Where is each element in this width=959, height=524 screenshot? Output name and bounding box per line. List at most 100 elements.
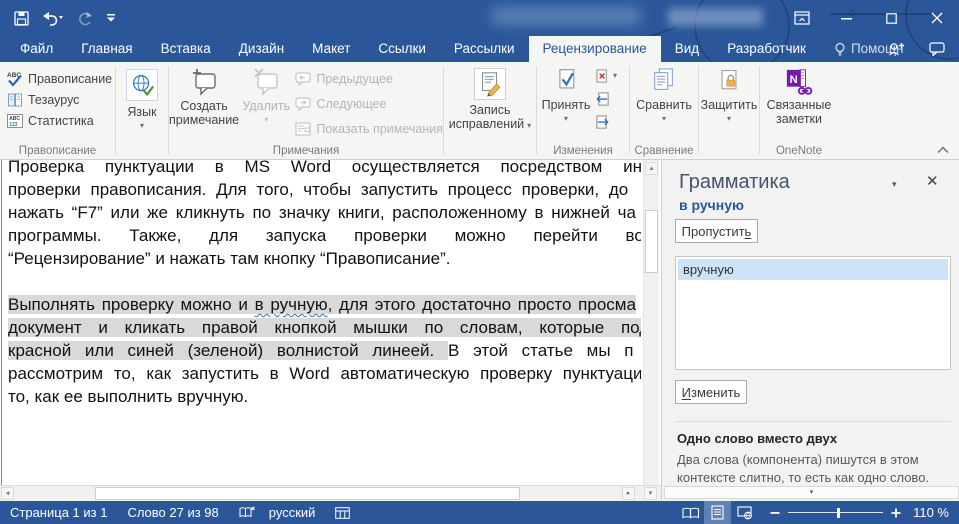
close-icon[interactable] [914,0,959,36]
zoom-controls [770,507,901,519]
zoom-slider[interactable] [788,507,883,519]
reject-button[interactable]: ▾ [595,69,617,84]
grammar-error-phrase[interactable]: в ручную [255,295,328,314]
pane-menu-caret-icon[interactable]: ▾ [892,179,897,190]
protect-button[interactable]: Защитить ▾ [699,62,759,154]
lightbulb-icon [834,42,846,57]
doc-line: документ и кликать правой кнопкой мышки … [8,316,641,339]
ribbon-display-options-icon[interactable] [779,0,824,36]
accept-label: Принять [542,98,591,112]
tab-insert[interactable]: Вставка [147,36,225,62]
change-button[interactable]: Изменить [675,380,747,404]
minimize-icon[interactable] [824,0,869,36]
undo-icon[interactable] [42,10,64,26]
word-count[interactable]: Слово 27 из 98 [127,505,218,520]
tab-home[interactable]: Главная [67,36,146,62]
suggestions-listbox[interactable]: вручную [675,256,951,370]
thesaurus-button[interactable]: Тезаурус [0,89,115,110]
compare-button[interactable]: Сравнить ▾ [630,62,698,154]
delete-comment-caret: ▾ [264,115,268,124]
zoom-out-icon[interactable] [770,508,780,518]
tab-design[interactable]: Дизайн [225,36,298,62]
web-layout-icon[interactable] [731,501,758,524]
new-comment-button[interactable]: Создать примечание [169,62,239,154]
tab-layout[interactable]: Макет [298,36,364,62]
track-changes-button[interactable]: Запись исправлений▾ [444,62,536,154]
rule-title: Одно слово вместо двух [677,431,837,446]
compare-label: Сравнить [636,98,692,112]
show-comments-label: Показать примечания [316,122,443,136]
compare-caret: ▾ [662,114,666,123]
next-comment-button: Следующее [293,95,443,113]
print-layout-icon[interactable] [704,501,731,524]
scroll-down-icon[interactable]: ▾ [644,487,657,500]
tab-view[interactable]: Вид [661,36,713,62]
delete-comment-icon [251,68,281,96]
group-label-comments: Примечания [169,145,443,157]
share-person-add-icon[interactable] [888,42,905,56]
zoom-in-icon[interactable] [891,508,901,518]
linked-notes-button[interactable]: N Связанные заметки [760,62,838,154]
vertical-scroll-thumb[interactable] [645,210,658,273]
doc-line: Проверка пунктуации в MS Word осуществля… [8,160,641,178]
tab-developer[interactable]: Разработчик [713,36,820,62]
pane-scroll-down-strip[interactable]: ▾ [664,486,959,499]
page-edge-line [1,160,2,485]
doc-line: нажать “F7” или же кликнуть по значку кн… [8,201,641,224]
tabrow-right-icons [888,36,959,62]
document-text: Проверка пунктуации в MS Word осуществля… [8,160,641,408]
doc-line: проверки правописания. Для того, чтобы з… [8,178,641,201]
word-count-button[interactable]: ABC123 Статистика [0,110,115,131]
onenote-icon: N [784,68,814,96]
track-changes-icon [474,68,506,100]
suggestion-item-selected[interactable]: вручную [678,259,948,280]
window-controls [779,0,959,36]
paragraph-1: Проверка пунктуации в MS Word осуществля… [8,160,641,270]
page-count[interactable]: Страница 1 из 1 [10,505,107,520]
language-dropdown-caret: ▾ [140,121,144,130]
show-comments-icon [295,122,311,136]
track-changes-caret: ▾ [527,121,531,130]
macro-recorder-icon[interactable] [335,507,350,519]
language-button[interactable]: Язык ▾ [116,62,168,154]
pane-title: Грамматика [679,171,790,194]
zoom-level[interactable]: 110 % [901,505,949,520]
language-globe-icon [126,69,158,101]
paragraph-2: Выполнять проверку можно и в ручную, для… [8,293,641,408]
horizontal-scroll-thumb[interactable] [95,487,520,500]
previous-change-button[interactable] [595,92,617,107]
previous-comment-icon [295,72,311,86]
tab-review[interactable]: Рецензирование [529,36,661,62]
compare-icon [650,68,678,94]
read-mode-icon[interactable] [677,501,704,524]
proofing-errors-icon[interactable] [239,506,255,519]
pane-close-icon[interactable]: ✕ [926,172,939,190]
tab-references[interactable]: Ссылки [364,36,440,62]
scroll-left-icon[interactable]: ◂ [1,487,14,500]
next-change-button[interactable] [595,115,617,130]
quick-access-toolbar [14,0,116,36]
tab-mailings[interactable]: Рассылки [440,36,529,62]
customize-qat-icon[interactable] [106,13,116,23]
zoom-slider-thumb[interactable] [837,508,840,518]
new-comment-icon [189,68,219,96]
accept-button[interactable]: Принять ▾ [537,62,595,154]
comments-bubble-icon[interactable] [929,42,945,56]
linked-notes-label-2: заметки [776,112,822,126]
next-comment-icon [295,97,311,111]
tab-file[interactable]: Файл [6,36,67,62]
save-icon[interactable] [14,11,29,26]
spelling-button[interactable]: ABC Правописание [0,68,115,89]
maximize-icon[interactable] [869,0,914,36]
scroll-right-icon[interactable]: ▸ [622,487,635,500]
language-indicator[interactable]: русский [269,505,316,520]
vertical-scrollbar[interactable]: ▴ [643,160,659,485]
group-compare: Сравнить ▾ Сравнение [630,62,698,159]
collapse-ribbon-icon[interactable] [937,146,949,154]
document-canvas[interactable]: Проверка пунктуации в MS Word осуществля… [0,160,641,485]
delete-comment-label: Удалить [242,99,290,113]
horizontal-scrollbar[interactable]: ◂ ▸ ▾ [0,485,661,501]
skip-button[interactable]: Пропустить [675,219,758,243]
spelling-abc-check-icon: ABC [7,71,23,87]
scroll-up-icon[interactable]: ▴ [645,162,658,175]
